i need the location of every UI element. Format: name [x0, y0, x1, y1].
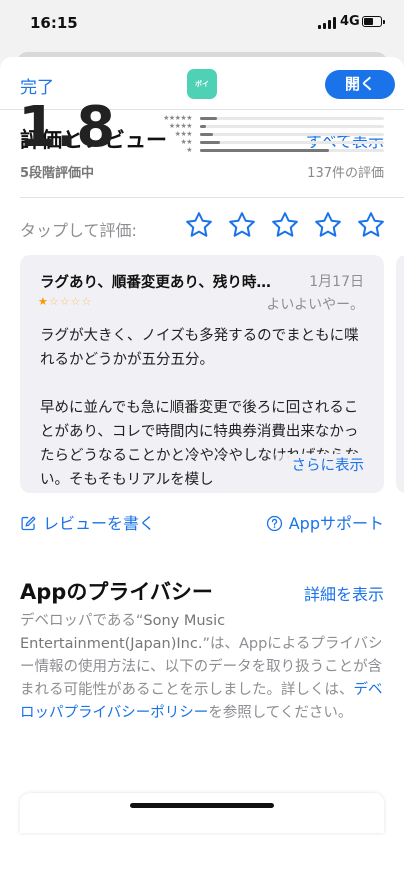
- tap-rate-star-5-icon[interactable]: [356, 210, 386, 240]
- rating-bar-1-fill: [200, 149, 329, 152]
- tap-rate-star-3-icon[interactable]: [270, 210, 300, 240]
- average-rating: 1.8: [18, 95, 115, 160]
- privacy-section-title: Appのプライバシー: [20, 580, 213, 604]
- rating-bar-5: [200, 117, 384, 120]
- privacy-text: を参照してください。: [208, 705, 353, 721]
- rating-bar-2: [200, 141, 384, 144]
- status-bar: 16:15 4G: [0, 0, 404, 46]
- write-review-label: レビューを書く: [43, 514, 156, 533]
- rating-bar-4-fill: [200, 125, 206, 128]
- network-type: 4G: [340, 14, 360, 29]
- privacy-card: [20, 793, 384, 833]
- divider: [20, 197, 404, 198]
- app-support-label: Appサポート: [288, 514, 384, 533]
- privacy-details-link[interactable]: 詳細を表示: [304, 581, 384, 605]
- tap-rate-star-1-icon[interactable]: [184, 210, 214, 240]
- write-review-button[interactable]: レビューを書く: [20, 510, 155, 534]
- review-paragraph: ラグが大きく、ノイズも多発するのでまともに喋れるかどうかが五分五分。: [40, 328, 359, 368]
- battery-icon: [362, 16, 385, 27]
- privacy-description: デベロッパである“Sony Music Entertainment(Japan)…: [20, 610, 386, 725]
- star-level-label-5: ★★★★★: [163, 114, 192, 122]
- rating-count: 137件の評価: [307, 166, 384, 181]
- review-star-filled: ★: [38, 295, 49, 308]
- rating-bar-3: [200, 133, 384, 136]
- compose-icon: [21, 516, 36, 531]
- rating-bar-2-fill: [200, 141, 221, 144]
- tap-rate-star-4-icon[interactable]: [313, 210, 343, 240]
- open-button[interactable]: 開く: [325, 70, 395, 99]
- status-time: 16:15: [30, 14, 78, 32]
- star-level-label-4: ★★★★: [168, 122, 193, 130]
- star-level-label-3: ★★★: [174, 130, 193, 138]
- review-star-empty: ☆☆☆☆: [48, 295, 93, 308]
- cellular-signal-icon: [318, 17, 336, 29]
- rating-scale-label: 5段階評価中: [20, 166, 95, 181]
- review-more-link[interactable]: さらに表示: [267, 454, 364, 478]
- review-date: 1月17日: [309, 274, 364, 290]
- star-level-label-1: ★: [186, 146, 192, 154]
- rating-bar-1: [200, 149, 384, 152]
- review-card[interactable]: ラグあり、順番変更あり、残り時… 1月17日 ★☆☆☆☆ よいよいやー。 ラグが…: [20, 255, 384, 493]
- review-star-rating: ★☆☆☆☆: [38, 295, 92, 308]
- rating-bar-4: [200, 125, 384, 128]
- star-level-label-2: ★★: [180, 138, 192, 146]
- review-title: ラグあり、順番変更あり、残り時…: [40, 275, 271, 291]
- tap-rate-star-2-icon[interactable]: [227, 210, 257, 240]
- rating-bar-5-fill: [200, 117, 217, 120]
- privacy-text: デベロッパである“: [20, 613, 144, 629]
- review-author: よいよいやー。: [266, 297, 364, 313]
- app-support-button[interactable]: Appサポート: [266, 510, 384, 534]
- tap-to-rate-label: タップして評価:: [20, 221, 137, 240]
- rating-bar-3-fill: [200, 133, 213, 136]
- home-indicator[interactable]: [130, 803, 274, 808]
- question-circle-icon: [266, 515, 282, 532]
- app-icon: ボイtune: [187, 69, 217, 118]
- next-review-card[interactable]: [396, 255, 404, 493]
